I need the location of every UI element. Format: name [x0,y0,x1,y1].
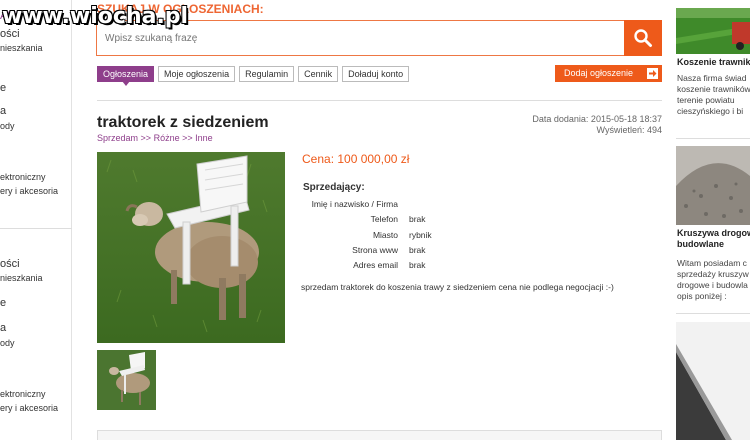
sidebar-subcategory[interactable]: ery i akcesoria [0,403,58,413]
ad-title[interactable]: Koszenie trawnikó [677,57,750,68]
sidebar-subcategory[interactable]: ody [0,121,15,131]
ad-text-line: drogowe i budowla [677,280,748,290]
field-value-city: rybnik [409,230,432,240]
ad-title[interactable]: Kruszywa drogow [677,228,750,239]
sidebar-subcategory[interactable]: ektroniczny [0,172,46,182]
field-label-city: Miasto [372,230,398,240]
right-sidebar: Koszenie trawnikó Nasza firma świad kosz… [676,0,750,440]
sidebar-subcategory[interactable]: ery i akcesoria [0,186,58,196]
sidebar-category[interactable]: ości [0,28,20,40]
sidebar-subcategory[interactable]: ody [0,338,15,348]
ad-divider [676,138,750,139]
sidebar-subcategory[interactable]: nieszkania [0,273,43,283]
search-button[interactable] [624,20,662,56]
ad-image-building[interactable] [676,322,750,440]
contact-panel [97,430,662,440]
nav-tabs: Ogłoszenia Moje ogłoszenia Regulamin Cen… [97,66,410,86]
ad-text-line: opis poniżej : [677,291,727,301]
tab-regulamin[interactable]: Regulamin [239,66,295,82]
sidebar-subcategory[interactable]: ektroniczny [0,389,46,399]
tab-ogloszenia[interactable]: Ogłoszenia [97,66,155,86]
sidebar-category[interactable]: a [0,322,6,334]
field-label-phone: Telefon [370,214,398,224]
sidebar-divider [0,228,72,229]
field-label-website: Strona www [352,245,398,255]
tab-moje-ogloszenia[interactable]: Moje ogłoszenia [158,66,236,82]
seller-heading: Sprzedający: [303,182,365,193]
ad-text-line: Witam posiadam c [677,258,747,268]
field-label-name: Imię i nazwisko / Firma [311,199,398,209]
field-value-website: brak [409,245,426,255]
left-sidebar: AM ości nieszkania e a ody ektroniczny e… [0,0,72,440]
listing-title: traktorek z siedzeniem [97,114,269,131]
search-icon [634,29,652,47]
breadcrumb: Sprzedam >> Różne >> Inne [97,133,213,143]
sidebar-category[interactable]: e [0,297,6,309]
ad-text-line: terenie powiatu [677,95,735,105]
field-label-email: Adres email [353,260,398,270]
listing-thumbnail[interactable] [97,350,156,410]
breadcrumb-link[interactable]: Sprzedam [97,133,138,143]
breadcrumb-link[interactable]: Inne [195,133,213,143]
add-listing-label: Dodaj ogłoszenie [564,68,634,78]
sidebar-subcategory[interactable]: nieszkania [0,43,43,53]
ad-image-lawn[interactable] [676,8,750,54]
breadcrumb-link[interactable]: Różne [154,133,180,143]
listing-meta: Data dodania: 2015-05-18 18:37 Wyświetle… [532,114,662,136]
ad-text-line: sprzedaży kruszyw [677,269,749,279]
tab-cennik[interactable]: Cennik [298,66,339,82]
listing-photo[interactable] [97,152,285,343]
ad-text-line: Nasza firma świad [677,73,747,83]
listing-description: sprzedam traktorek do koszenia trawy z s… [301,282,614,292]
breadcrumb-separator: >> [182,133,193,143]
sidebar-category[interactable]: a [0,105,6,117]
field-value-email: brak [409,260,426,270]
ad-text-line: cieszyńskiego i bi [677,106,744,116]
arrow-right-icon [647,68,658,79]
sidebar-category[interactable]: e [0,82,6,94]
ad-divider [676,313,750,314]
view-count: Wyświetleń: 494 [596,125,662,135]
divider [97,100,662,101]
ad-title-line2[interactable]: budowlane [677,239,724,250]
ad-image-gravel[interactable] [676,146,750,225]
watermark-logo: www.wiocha.pl [2,4,189,29]
sidebar-category[interactable]: ości [0,258,20,270]
field-value-phone: brak [409,214,426,224]
date-added: Data dodania: 2015-05-18 18:37 [532,114,662,124]
add-listing-button[interactable]: Dodaj ogłoszenie [555,65,662,82]
listing-price: Cena: 100 000,00 zł [302,152,410,166]
breadcrumb-separator: >> [140,133,152,143]
tab-doladuj-konto[interactable]: Doładuj konto [342,66,410,82]
ad-text-line: koszenie trawników [677,84,750,94]
main-content: SZUKAJ W OGŁOSZENIACH: Ogłoszenia Moje o… [90,0,665,440]
